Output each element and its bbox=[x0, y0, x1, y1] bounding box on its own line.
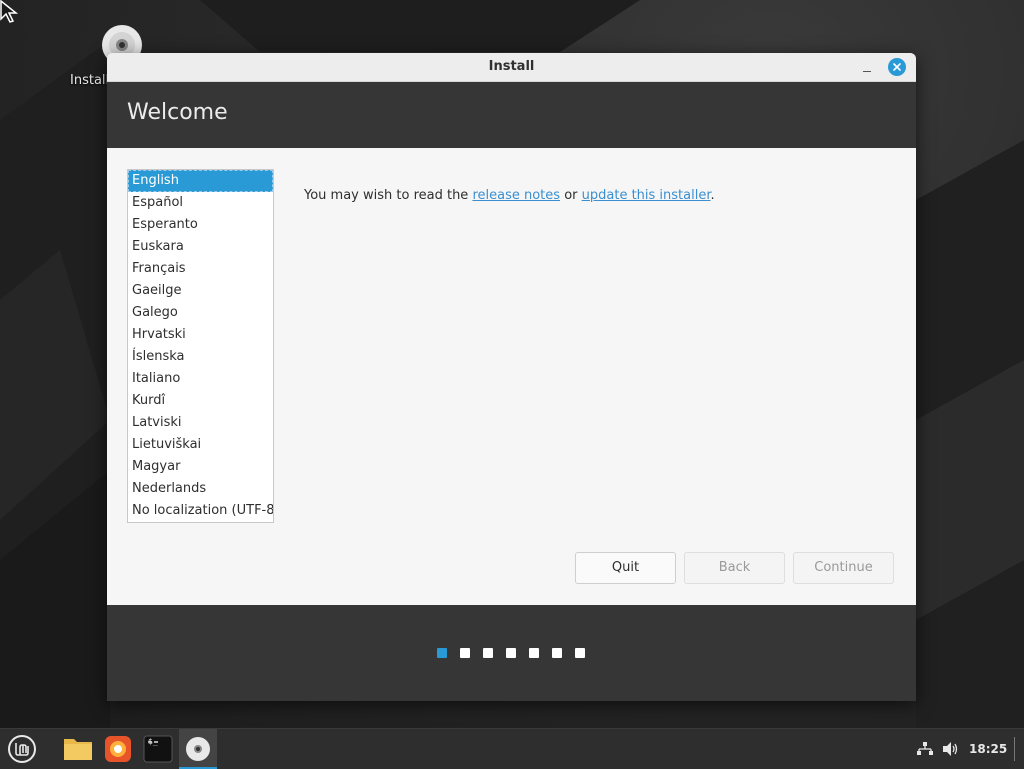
taskbar: $_ 18:25 bbox=[0, 728, 1024, 769]
terminal-launcher[interactable]: $_ bbox=[140, 729, 176, 769]
language-item[interactable]: Euskara bbox=[128, 236, 273, 258]
step-dot bbox=[552, 648, 562, 658]
page-header: Welcome bbox=[107, 82, 916, 148]
release-note-text: You may wish to read the release notes o… bbox=[304, 188, 715, 203]
update-installer-link[interactable]: update this installer bbox=[582, 188, 711, 203]
language-item[interactable]: Español bbox=[128, 192, 273, 214]
language-item[interactable]: Latviski bbox=[128, 412, 273, 434]
language-list[interactable]: English Español Esperanto Euskara Français Ga… bbox=[127, 169, 274, 523]
close-button[interactable] bbox=[888, 58, 906, 76]
show-desktop-button[interactable] bbox=[1014, 737, 1015, 761]
release-notes-link[interactable]: release notes bbox=[472, 188, 560, 203]
terminal-icon: $_ bbox=[143, 735, 173, 763]
quit-button[interactable]: Quit bbox=[575, 552, 676, 584]
window-titlebar[interactable]: Install bbox=[107, 53, 916, 82]
back-button[interactable]: Back bbox=[684, 552, 785, 584]
note-prefix: You may wish to read the bbox=[304, 188, 473, 203]
language-item[interactable]: Français bbox=[128, 258, 273, 280]
files-launcher[interactable] bbox=[60, 729, 96, 769]
step-dot bbox=[437, 648, 447, 658]
step-dot bbox=[506, 648, 516, 658]
progress-footer bbox=[107, 605, 916, 701]
menu-button[interactable] bbox=[4, 729, 40, 769]
language-item[interactable]: Nederlands bbox=[128, 478, 273, 500]
firefox-launcher[interactable] bbox=[100, 729, 136, 769]
close-icon bbox=[893, 63, 901, 71]
language-item[interactable]: Esperanto bbox=[128, 214, 273, 236]
window-title: Install bbox=[488, 59, 535, 74]
language-item[interactable]: No localization (UTF-8) bbox=[128, 500, 273, 522]
installer-task[interactable] bbox=[179, 729, 217, 769]
language-item[interactable]: Lietuviškai bbox=[128, 434, 273, 456]
note-suffix: . bbox=[710, 188, 715, 203]
disc-icon bbox=[186, 737, 210, 761]
clock[interactable]: 18:25 bbox=[969, 729, 1007, 769]
firefox-icon bbox=[105, 736, 131, 762]
note-middle: or bbox=[560, 188, 582, 203]
page-title: Welcome bbox=[127, 100, 228, 125]
language-item[interactable]: English bbox=[128, 170, 273, 192]
volume-icon[interactable] bbox=[942, 741, 960, 757]
language-item[interactable]: Gaeilge bbox=[128, 280, 273, 302]
mouse-cursor-icon bbox=[0, 0, 19, 23]
mint-logo-icon bbox=[8, 735, 36, 763]
step-dot bbox=[483, 648, 493, 658]
step-dot bbox=[575, 648, 585, 658]
installer-window: Install Welcome English Español Esperanto E… bbox=[107, 53, 916, 701]
language-item[interactable]: Kurdî bbox=[128, 390, 273, 412]
language-item[interactable]: Italiano bbox=[128, 368, 273, 390]
step-dot bbox=[460, 648, 470, 658]
continue-button[interactable]: Continue bbox=[793, 552, 894, 584]
step-dot bbox=[529, 648, 539, 658]
minimize-button[interactable] bbox=[858, 58, 876, 76]
svg-text:$_: $_ bbox=[148, 737, 158, 746]
network-icon[interactable] bbox=[916, 741, 934, 757]
language-item[interactable]: Galego bbox=[128, 302, 273, 324]
folder-icon bbox=[64, 739, 92, 760]
language-item[interactable]: Íslenska bbox=[128, 346, 273, 368]
language-item[interactable]: Hrvatski bbox=[128, 324, 273, 346]
language-item[interactable]: Magyar bbox=[128, 456, 273, 478]
